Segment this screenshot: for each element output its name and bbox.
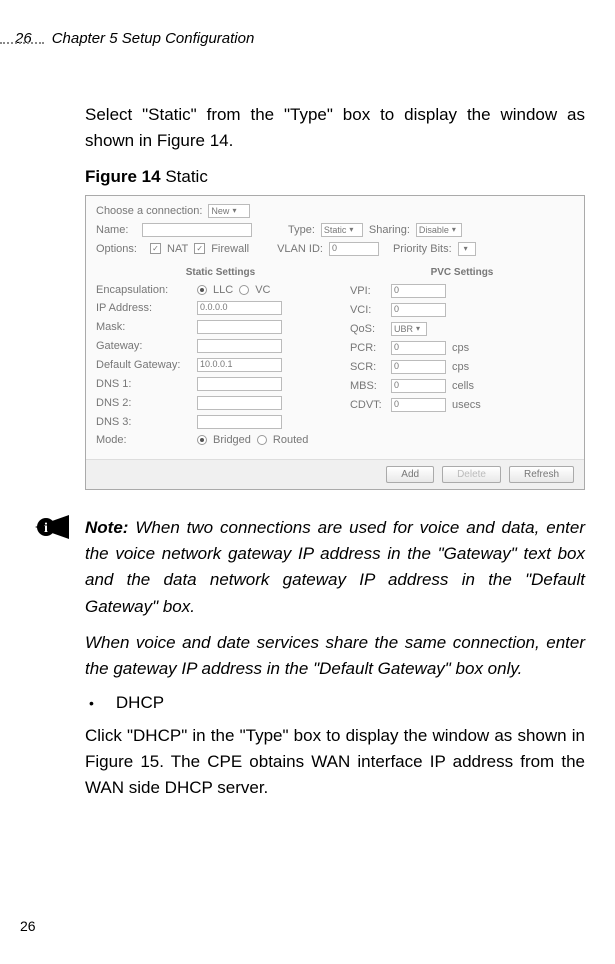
dhcp-bullet-label: DHCP	[116, 693, 164, 713]
bridged-label: Bridged	[213, 434, 251, 446]
default-gateway-input[interactable]: 10.0.0.1	[197, 358, 282, 372]
mbs-label: MBS:	[350, 380, 385, 392]
gateway-label: Gateway:	[96, 340, 191, 352]
note-paragraph-1: Note: When two connections are used for …	[85, 515, 585, 620]
vpi-input[interactable]: 0	[391, 284, 446, 298]
llc-radio[interactable]	[197, 285, 207, 295]
priority-bits-select[interactable]	[458, 242, 476, 256]
name-label: Name:	[96, 224, 136, 236]
mask-input[interactable]	[197, 320, 282, 334]
dns2-input[interactable]	[197, 396, 282, 410]
pcr-unit: cps	[452, 342, 469, 354]
cdvt-unit: usecs	[452, 399, 481, 411]
sharing-label: Sharing:	[369, 224, 410, 236]
ip-address-input[interactable]: 0.0.0.0	[197, 301, 282, 315]
cdvt-label: CDVT:	[350, 399, 385, 411]
page-number-footer: 26	[20, 918, 36, 934]
vpi-label: VPI:	[350, 285, 385, 297]
choose-connection-label: Choose a connection:	[96, 205, 202, 217]
scr-unit: cps	[452, 361, 469, 373]
page-header: 26 Chapter 5 Setup Configuration	[15, 30, 595, 47]
vc-label: VC	[255, 284, 270, 296]
encapsulation-label: Encapsulation:	[96, 284, 191, 296]
pvc-settings-title: PVC Settings	[350, 267, 574, 278]
type-label: Type:	[288, 224, 315, 236]
nat-checkbox[interactable]: ✓	[150, 243, 161, 254]
scr-label: SCR:	[350, 361, 385, 373]
mbs-unit: cells	[452, 380, 474, 392]
cdvt-input[interactable]: 0	[391, 398, 446, 412]
pcr-label: PCR:	[350, 342, 385, 354]
dhcp-paragraph: Click "DHCP" in the "Type" box to displa…	[85, 723, 585, 802]
note-block: i Note: When two connections are used fo…	[85, 515, 585, 683]
name-input[interactable]	[142, 223, 252, 237]
pvc-settings-column: PVC Settings VPI: 0 VCI: 0 QoS: UBR PCR: 0 cp…	[350, 261, 574, 451]
nat-label: NAT	[167, 243, 188, 255]
vci-label: VCI:	[350, 304, 385, 316]
refresh-button[interactable]: Refresh	[509, 466, 574, 483]
info-icon: i	[35, 515, 69, 539]
qos-label: QoS:	[350, 323, 385, 335]
figure-label-rest: Static	[161, 167, 208, 186]
llc-label: LLC	[213, 284, 233, 296]
static-settings-title: Static Settings	[96, 267, 345, 278]
type-select[interactable]: Static	[321, 223, 363, 237]
mode-label: Mode:	[96, 434, 191, 446]
add-button[interactable]: Add	[386, 466, 434, 483]
mask-label: Mask:	[96, 321, 191, 333]
figure-button-bar: Add Delete Refresh	[86, 459, 584, 489]
options-label: Options:	[96, 243, 144, 255]
vc-radio[interactable]	[239, 285, 249, 295]
delete-button[interactable]: Delete	[442, 466, 501, 483]
routed-radio[interactable]	[257, 435, 267, 445]
page-number-header: 26	[15, 30, 32, 47]
scr-input[interactable]: 0	[391, 360, 446, 374]
dns1-label: DNS 1:	[96, 378, 191, 390]
static-settings-column: Static Settings Encapsulation: LLC VC IP…	[96, 261, 345, 451]
firewall-checkbox[interactable]: ✓	[194, 243, 205, 254]
dns1-input[interactable]	[197, 377, 282, 391]
note-paragraph-2: When voice and date services share the s…	[85, 630, 585, 683]
note-label: Note:	[85, 518, 128, 537]
intro-paragraph: Select "Static" from the "Type" box to d…	[85, 102, 585, 155]
firewall-label: Firewall	[211, 243, 249, 255]
dns2-label: DNS 2:	[96, 397, 191, 409]
choose-connection-select[interactable]: New	[208, 204, 250, 218]
gateway-input[interactable]	[197, 339, 282, 353]
mbs-input[interactable]: 0	[391, 379, 446, 393]
pcr-input[interactable]: 0	[391, 341, 446, 355]
note-text-1: When two connections are used for voice …	[85, 518, 585, 616]
bridged-radio[interactable]	[197, 435, 207, 445]
header-dotted-rule	[0, 42, 44, 44]
figure-screenshot: Choose a connection: New Name: Type: Sta…	[85, 195, 585, 490]
sharing-select[interactable]: Disable	[416, 223, 462, 237]
vlan-id-label: VLAN ID:	[277, 243, 323, 255]
figure-label-bold: Figure 14	[85, 167, 161, 186]
qos-select[interactable]: UBR	[391, 322, 427, 336]
dhcp-bullet: • DHCP	[89, 693, 585, 713]
dns3-label: DNS 3:	[96, 416, 191, 428]
vci-input[interactable]: 0	[391, 303, 446, 317]
page-content: Select "Static" from the "Type" box to d…	[85, 102, 585, 802]
figure-caption: Figure 14 Static	[85, 167, 585, 187]
dns3-input[interactable]	[197, 415, 282, 429]
chapter-title: Chapter 5 Setup Configuration	[52, 30, 255, 47]
ip-address-label: IP Address:	[96, 302, 191, 314]
bullet-icon: •	[89, 695, 94, 711]
priority-bits-label: Priority Bits:	[393, 243, 452, 255]
routed-label: Routed	[273, 434, 308, 446]
default-gateway-label: Default Gateway:	[96, 359, 191, 371]
svg-text:i: i	[44, 521, 48, 536]
vlan-id-input[interactable]: 0	[329, 242, 379, 256]
